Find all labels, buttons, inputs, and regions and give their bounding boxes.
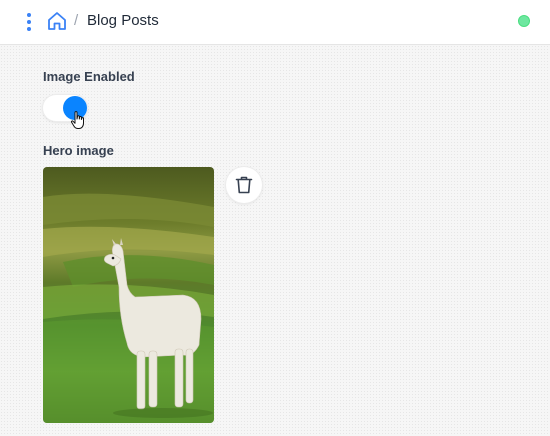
image-enabled-toggle[interactable] — [43, 95, 87, 121]
breadcrumb-separator: / — [74, 12, 79, 29]
home-icon[interactable] — [46, 10, 68, 32]
top-bar: / Blog Posts — [0, 0, 550, 45]
hero-image[interactable] — [43, 167, 214, 423]
hero-image-label: Hero image — [43, 143, 114, 158]
toggle-knob — [63, 96, 87, 120]
menu-dots-icon[interactable] — [25, 13, 33, 31]
delete-image-button[interactable] — [226, 167, 262, 203]
status-indicator — [518, 15, 530, 27]
image-enabled-label: Image Enabled — [43, 69, 135, 84]
trash-icon — [235, 176, 253, 194]
breadcrumb-current: Blog Posts — [87, 12, 159, 29]
